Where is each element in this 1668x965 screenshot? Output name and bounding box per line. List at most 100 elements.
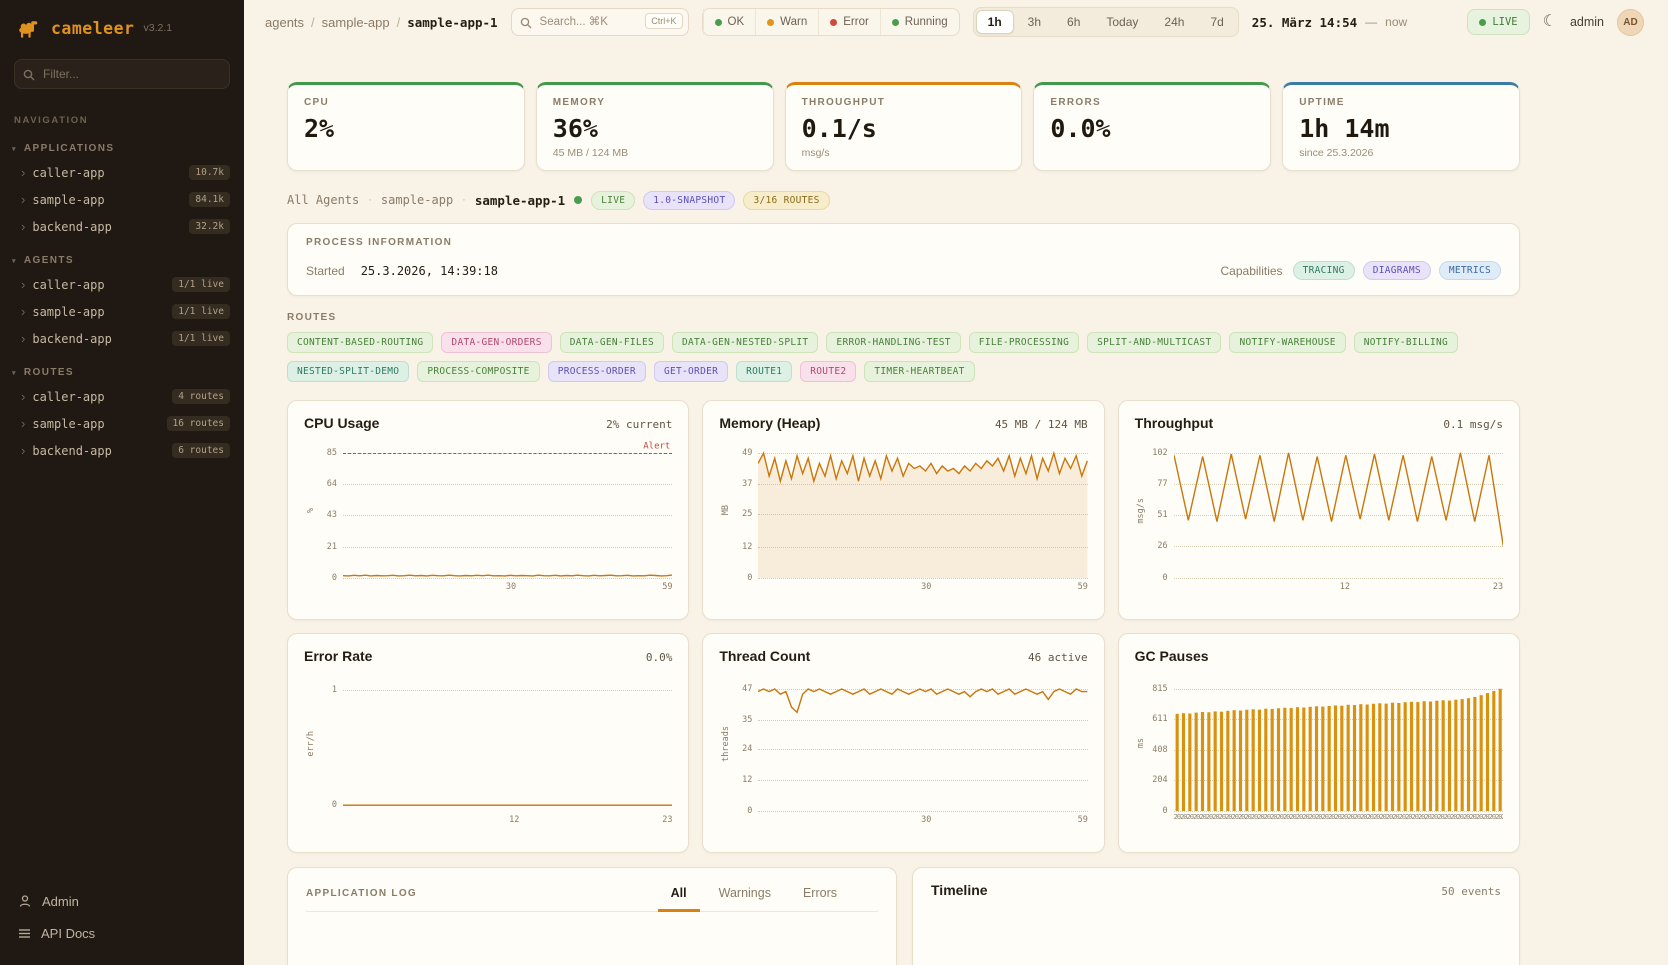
time-range-button[interactable]: 3h <box>1016 10 1053 34</box>
capability-chip: DIAGRAMS <box>1363 261 1431 280</box>
route-chip[interactable]: NESTED-SPLIT-DEMO <box>287 361 409 382</box>
log-tab[interactable]: Errors <box>790 882 850 912</box>
chevron-right-icon: › <box>21 305 25 318</box>
route-chip[interactable]: SPLIT-AND-MULTICAST <box>1087 332 1221 353</box>
docs-icon <box>18 927 31 940</box>
agent-badges: LIVE1.0-SNAPSHOT3/16 ROUTES <box>591 191 830 210</box>
sidebar-group-header[interactable]: ▾ ROUTES <box>0 352 244 383</box>
time-range-button[interactable]: 24h <box>1152 10 1196 34</box>
chevron-right-icon: › <box>21 417 25 430</box>
legend-item: Error <box>818 9 880 35</box>
sidebar-item-badge: 1/1 live <box>172 304 230 319</box>
sidebar-item[interactable]: › sample-app 1/1 live <box>0 298 244 325</box>
y-axis: 0265177102 <box>1148 443 1174 578</box>
chevron-right-icon: › <box>21 193 25 206</box>
sidebar-item[interactable]: › caller-app 4 routes <box>0 383 244 410</box>
stat-label: ERRORS <box>1050 97 1254 108</box>
chart-title: Memory (Heap) <box>719 415 820 431</box>
breadcrumb-sample-app[interactable]: sample-app <box>322 15 390 30</box>
sidebar-group-label: APPLICATIONS <box>24 143 115 154</box>
sidebar-footer-label: Admin <box>42 894 79 909</box>
started-label: Started <box>306 264 345 278</box>
gc-pauses-chart: GC Pauses ms 0204408611815 2020202020202… <box>1118 633 1520 853</box>
live-status-badge[interactable]: LIVE <box>1467 9 1529 35</box>
time-range-button[interactable]: 6h <box>1055 10 1092 34</box>
y-axis-label: % <box>304 443 317 578</box>
time-range-button[interactable]: 1h <box>976 10 1014 34</box>
time-range-button[interactable]: Today <box>1094 10 1150 34</box>
route-chip[interactable]: TIMER-HEARTBEAT <box>864 361 974 382</box>
chevron-right-icon: › <box>21 278 25 291</box>
content: CPU 2% MEMORY 36% 45 MB / 124 MB THROUGH… <box>244 44 1668 965</box>
sidebar-item-admin[interactable]: Admin <box>0 885 244 917</box>
timeline-title: Timeline <box>931 882 988 898</box>
stat-card: ERRORS 0.0% <box>1033 82 1271 171</box>
stat-sub: msg/s <box>802 147 1006 160</box>
caret-down-icon: ▾ <box>12 257 17 265</box>
stat-value: 2% <box>304 114 508 143</box>
stat-label: UPTIME <box>1299 97 1503 108</box>
status-badge: 1.0-SNAPSHOT <box>643 191 735 210</box>
thread-count-chart: Thread Count 46 active threads 012243547… <box>702 633 1104 853</box>
sidebar-item-api-docs[interactable]: API Docs <box>0 917 244 949</box>
route-chip[interactable]: ROUTE1 <box>736 361 792 382</box>
x-axis: 1223 <box>343 811 672 829</box>
dark-mode-toggle[interactable]: ☾ <box>1543 14 1557 30</box>
status-dot <box>830 19 837 26</box>
nav-section-label: NAVIGATION <box>0 91 244 128</box>
x-axis: 2020202020202020202020202020202020202020… <box>1174 811 1503 829</box>
route-chip[interactable]: DATA-GEN-ORDERS <box>441 332 551 353</box>
route-chip[interactable]: FILE-PROCESSING <box>969 332 1079 353</box>
sidebar-group-items: › caller-app 4 routes › sample-app 16 ro… <box>0 383 244 464</box>
route-chip[interactable]: GET-ORDER <box>654 361 728 382</box>
route-chip[interactable]: PROCESS-ORDER <box>548 361 646 382</box>
sidebar-item[interactable]: › backend-app 6 routes <box>0 437 244 464</box>
route-chip[interactable]: ERROR-HANDLING-TEST <box>826 332 960 353</box>
capability-chip: METRICS <box>1439 261 1501 280</box>
filter-input[interactable] <box>14 59 230 89</box>
sidebar-item[interactable]: › caller-app 10.7k <box>0 159 244 186</box>
y-axis-label: MB <box>719 443 732 578</box>
avatar[interactable]: AD <box>1617 9 1644 36</box>
route-chip[interactable]: ROUTE2 <box>800 361 856 382</box>
caret-down-icon: ▾ <box>12 145 17 153</box>
y-axis-label: ms <box>1135 676 1148 811</box>
route-chip[interactable]: CONTENT-BASED-ROUTING <box>287 332 433 353</box>
log-tab[interactable]: Warnings <box>706 882 784 912</box>
timeline-card: Timeline 50 events <box>912 867 1520 965</box>
plot-area <box>758 676 1087 811</box>
breadcrumb-agents[interactable]: agents <box>265 15 304 30</box>
sidebar-item[interactable]: › sample-app 84.1k <box>0 186 244 213</box>
sidebar-item[interactable]: › sample-app 16 routes <box>0 410 244 437</box>
agent-crumb-all[interactable]: All Agents <box>287 193 359 207</box>
capabilities-label: Capabilities <box>1221 264 1283 278</box>
x-axis: 3059 <box>758 811 1087 829</box>
log-tab[interactable]: All <box>658 882 700 912</box>
sidebar-item[interactable]: › caller-app 1/1 live <box>0 271 244 298</box>
route-chip[interactable]: NOTIFY-WAREHOUSE <box>1229 332 1345 353</box>
sidebar-item[interactable]: › backend-app 1/1 live <box>0 325 244 352</box>
sidebar-item[interactable]: › backend-app 32.2k <box>0 213 244 240</box>
time-range-button[interactable]: 7d <box>1198 10 1235 34</box>
chevron-right-icon: › <box>21 332 25 345</box>
datetime-display[interactable]: 25. März 14:54 — now <box>1252 15 1407 30</box>
sidebar-group-items: › caller-app 1/1 live › sample-app 1/1 l… <box>0 271 244 352</box>
agent-crumb-app[interactable]: sample-app <box>381 193 453 207</box>
route-chip[interactable]: NOTIFY-BILLING <box>1354 332 1458 353</box>
sidebar-group-header[interactable]: ▾ AGENTS <box>0 240 244 271</box>
stat-sub <box>1050 147 1254 160</box>
sidebar-group-header[interactable]: ▾ APPLICATIONS <box>0 128 244 159</box>
sidebar-item-label: caller-app <box>32 278 104 292</box>
legend-label: Warn <box>780 16 807 28</box>
plot-area <box>1174 676 1503 811</box>
route-chip[interactable]: DATA-GEN-FILES <box>560 332 664 353</box>
y-axis: 012253749 <box>732 443 758 578</box>
app-name: cameleer <box>51 19 134 38</box>
status-badge: LIVE <box>591 191 635 210</box>
sidebar-item-badge: 6 routes <box>172 443 230 458</box>
agent-breadcrumb-bar: All Agents · sample-app · sample-app-1 L… <box>287 189 1520 211</box>
legend-label: Running <box>905 16 948 28</box>
chevron-right-icon: › <box>21 390 25 403</box>
route-chip[interactable]: PROCESS-COMPOSITE <box>417 361 539 382</box>
route-chip[interactable]: DATA-GEN-NESTED-SPLIT <box>672 332 818 353</box>
